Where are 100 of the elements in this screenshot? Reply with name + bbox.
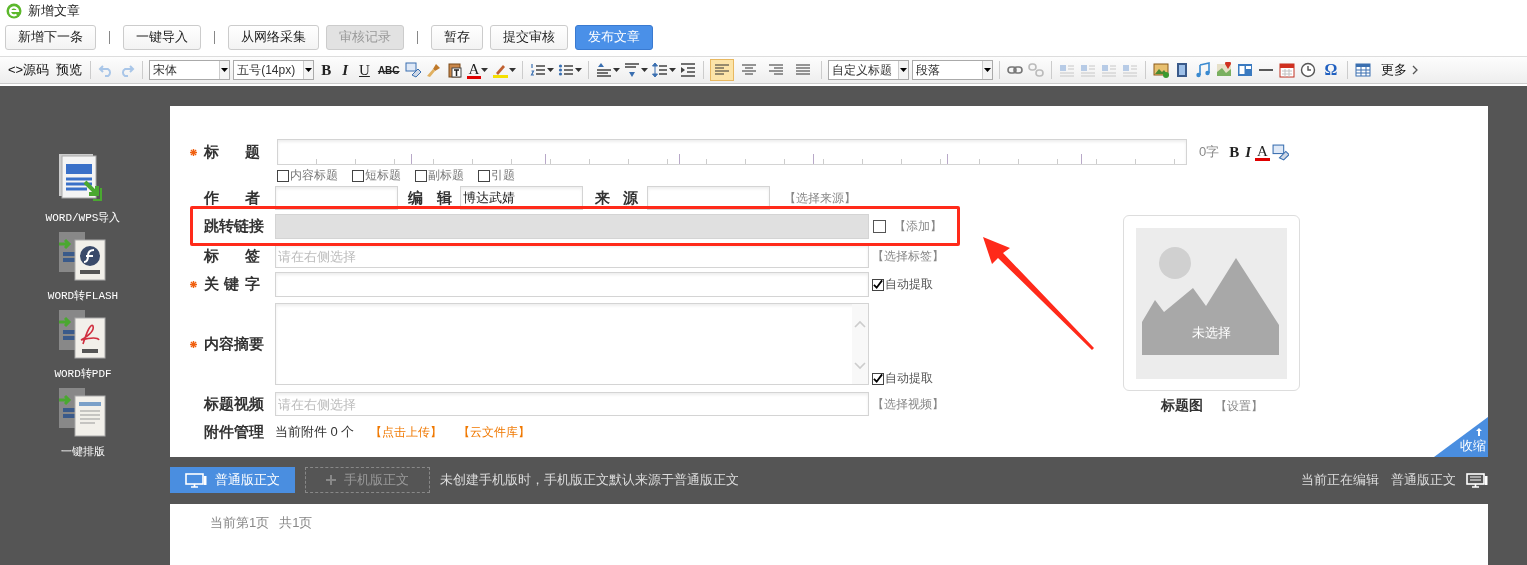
field-label: 来 源 [595,188,638,208]
sidebar-item-label[interactable]: WORD转FLASH [47,288,119,303]
toolbar-button[interactable]: 暂存 [431,24,483,50]
bullet-list-icon[interactable] [558,62,575,78]
sidebar-item-label[interactable]: 一键排版 [61,444,105,459]
checkbox-label[interactable]: 短标题 [365,167,401,184]
pdf-convert-icon[interactable] [57,308,109,360]
image-icon[interactable] [1153,62,1170,78]
layout-icon[interactable] [1237,62,1254,78]
preview-button[interactable]: 预览 [54,61,85,79]
align-right-icon [768,62,785,78]
bold-button[interactable]: B [317,61,336,79]
calendar-icon[interactable] [1279,62,1296,78]
align-justify-icon [795,62,812,78]
caret-icon[interactable] [641,68,649,72]
checkbox[interactable] [872,278,884,291]
toolbar-button[interactable]: 提交审核 [490,24,568,50]
required-icon [190,148,197,156]
window-title: 新增文章 [28,2,80,20]
checkbox-label[interactable]: 内容标题 [290,167,338,184]
caret-icon[interactable] [669,68,677,72]
numbered-list-icon[interactable] [530,62,547,78]
select-tags-link[interactable]: 【选择标签】 [872,247,944,265]
strikethrough-button[interactable]: ABC [376,64,401,76]
spacing-above-icon[interactable] [596,62,613,78]
checkbox[interactable] [872,372,884,385]
field-label: 标 签 [204,246,260,266]
toolbar-button[interactable]: 新增下一条 [5,24,96,50]
caret-icon[interactable] [481,68,489,72]
set-cover-link[interactable]: 【设置】 [1214,397,1263,415]
checkbox-label[interactable]: 自动提取 [885,276,933,293]
caret-icon [900,68,908,72]
underline-button[interactable]: U [355,61,374,79]
line-height-icon[interactable] [652,62,669,78]
tags-input[interactable]: 请在右侧选择 [275,244,869,268]
layout-document-icon[interactable] [57,386,109,438]
toolbar-button[interactable]: 从网络采集 [228,24,319,50]
bold-button[interactable]: B [1227,143,1242,161]
caret-icon[interactable] [613,68,621,72]
page-total: 共1页 [279,514,313,532]
italic-button[interactable]: I [338,61,353,79]
character-count: 0字 [1199,143,1220,161]
field-label: 作 者 [204,188,260,208]
title-input[interactable] [277,139,1187,165]
caret-icon [305,68,313,72]
spacing-below-icon[interactable] [624,62,641,78]
sidebar-item-label[interactable]: WORD转PDF [54,366,112,381]
font-select[interactable]: 宋体 [149,60,231,80]
empty-image-text: 未选择 [1191,323,1232,342]
monitor-icon [1466,472,1488,488]
toolbar-button[interactable]: 一键导入 [123,24,201,50]
highlight-icon[interactable] [492,62,509,78]
video-input[interactable]: 请在右侧选择 [275,392,869,416]
align-center-icon [741,62,758,78]
checkbox[interactable] [478,169,490,182]
align-left-button[interactable] [710,59,735,81]
page-indicator: 当前第1页 [210,514,270,532]
body-note: 未创建手机版时，手机版正文默认来源于普通版正文 [440,471,739,489]
required-icon [190,340,197,348]
clear-format-icon[interactable] [1271,143,1289,161]
select-source-link[interactable]: 【选择来源】 [784,189,856,207]
size-select[interactable]: 五号(14px) [233,60,315,80]
attachment-count: 当前附件 0 个 [275,423,355,441]
caret-icon[interactable] [509,68,517,72]
italic-button[interactable]: I [1243,143,1254,161]
plus-icon [326,475,336,485]
checkbox[interactable] [415,169,427,182]
indent-icon[interactable] [680,62,697,78]
clock-icon[interactable] [1300,62,1317,78]
caret-icon[interactable] [547,68,555,72]
caret-icon[interactable] [575,68,583,72]
select-video-link[interactable]: 【选择视频】 [872,395,944,413]
source-button[interactable]: <>源码 [6,61,52,79]
map-icon[interactable] [1216,62,1233,78]
checkbox[interactable] [277,169,289,182]
clear-format-icon[interactable] [404,62,421,78]
field-label: 标 题 [204,142,260,162]
checkbox[interactable] [352,169,364,182]
align-left-icon [714,62,731,78]
sidebar-item-label[interactable]: WORD/WPS导入 [45,210,121,225]
checkbox-label[interactable]: 引题 [491,167,515,184]
caret-icon [221,68,229,72]
caret-icon [984,68,992,72]
paragraph-select[interactable]: 段落 [912,60,994,80]
checkbox-label[interactable]: 副标题 [428,167,464,184]
heading-select[interactable]: 自定义标题 [828,60,910,80]
title-color-button[interactable]: A [1255,143,1270,161]
music-icon[interactable] [1195,62,1212,78]
more-button[interactable]: 更多 [1379,61,1410,79]
flash-convert-icon[interactable] [57,230,109,282]
app-logo-icon [6,3,22,19]
monitor-icon [185,472,207,488]
special-character-button[interactable]: Ω [1320,61,1342,79]
field-label: 编 辑 [408,188,452,208]
paste-icon[interactable] [446,62,463,78]
checkbox-label[interactable]: 自动提取 [885,370,933,387]
keywords-input[interactable] [275,272,869,297]
chevron-right-icon[interactable] [1412,65,1419,75]
table-icon[interactable] [1355,62,1372,78]
field-label: 关 键 字 [204,275,260,294]
